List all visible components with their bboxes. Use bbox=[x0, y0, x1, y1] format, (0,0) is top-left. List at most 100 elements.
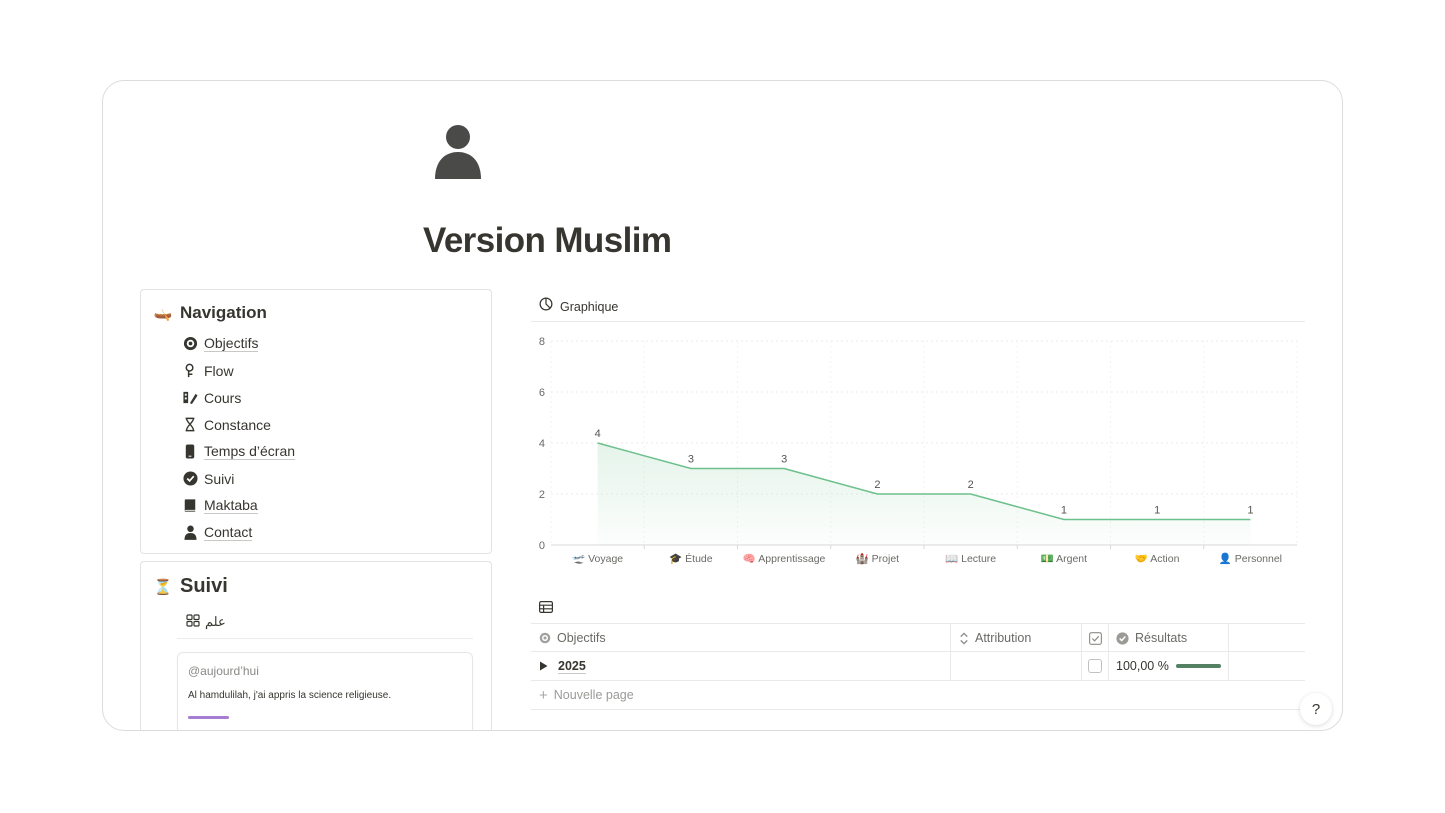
row-title-cell[interactable]: 2025 bbox=[539, 652, 586, 680]
divider bbox=[177, 638, 473, 639]
x-tick-label: 💵 Argent bbox=[1041, 553, 1087, 565]
column-divider bbox=[1228, 624, 1229, 652]
column-divider bbox=[950, 624, 951, 652]
check-circle-icon bbox=[182, 471, 198, 487]
column-header-resultats[interactable]: Résultats bbox=[1116, 624, 1187, 652]
gallery-view-tab[interactable]: علم bbox=[186, 614, 226, 630]
chart-header[interactable]: Graphique bbox=[539, 297, 618, 316]
column-header-attribution[interactable]: Attribution bbox=[959, 624, 1031, 652]
nav-item-temps-ecran[interactable]: Temps d’écran bbox=[182, 438, 296, 465]
navigation-header: 🛶 Navigation bbox=[153, 303, 267, 323]
data-label: 1 bbox=[1154, 505, 1160, 517]
help-button[interactable]: ? bbox=[1300, 693, 1332, 725]
data-label: 3 bbox=[688, 454, 694, 466]
column-header-objectifs[interactable]: Objectifs bbox=[539, 624, 606, 652]
y-tick-label: 2 bbox=[539, 489, 545, 501]
hourglass-emoji-icon: ⏳ bbox=[153, 578, 173, 596]
nav-item-flow[interactable]: Flow bbox=[182, 357, 295, 384]
phone-icon bbox=[182, 444, 198, 460]
target-icon bbox=[539, 632, 551, 644]
page-frame: Version Muslim 🛶 Navigation Objectifs Fl… bbox=[102, 80, 1343, 731]
navigation-list: Objectifs Flow Cours Constance Temps d’é… bbox=[182, 330, 296, 546]
nav-item-label: Temps d’écran bbox=[204, 443, 296, 460]
y-tick-label: 4 bbox=[539, 438, 545, 450]
column-divider bbox=[1081, 624, 1082, 652]
chart-title: Graphique bbox=[560, 299, 619, 314]
x-tick-label: 🧠 Apprentissage bbox=[743, 553, 826, 565]
data-label: 2 bbox=[968, 479, 974, 491]
result-cell: 100,00 % bbox=[1116, 652, 1221, 680]
y-tick-label: 8 bbox=[539, 336, 545, 348]
navigation-heading: Navigation bbox=[180, 303, 267, 322]
nav-item-constance[interactable]: Constance bbox=[182, 411, 295, 438]
nav-item-maktaba[interactable]: Maktaba bbox=[182, 492, 295, 519]
sort-icon bbox=[959, 631, 969, 645]
gallery-card[interactable]: @aujourd’hui Al hamdulilah, j'ai appris … bbox=[177, 652, 473, 730]
result-value: 100,00 % bbox=[1116, 659, 1169, 673]
table-header-row: Objectifs Attribution Résultats bbox=[531, 623, 1305, 652]
nav-item-suivi[interactable]: Suivi bbox=[182, 465, 295, 492]
column-divider bbox=[1108, 624, 1109, 652]
nav-item-contact[interactable]: Contact bbox=[182, 519, 295, 546]
nav-item-label: Contact bbox=[204, 524, 253, 541]
column-header-checkbox[interactable] bbox=[1089, 624, 1108, 652]
nav-item-label: Cours bbox=[204, 389, 242, 406]
nav-item-label: Objectifs bbox=[204, 335, 259, 352]
table-view-icon[interactable] bbox=[539, 600, 554, 618]
chart-icon bbox=[539, 297, 553, 316]
x-tick-label: 📖 Lecture bbox=[945, 553, 996, 565]
data-label: 1 bbox=[1247, 505, 1253, 517]
suivi-heading: Suivi bbox=[180, 575, 228, 597]
entry-text: Al hamdulilah, j'ai appris la science re… bbox=[188, 690, 392, 701]
checkbox-cell[interactable] bbox=[1088, 652, 1102, 680]
hourglass-icon bbox=[182, 417, 198, 433]
checkbox-icon bbox=[1089, 631, 1102, 645]
row-title[interactable]: 2025 bbox=[558, 659, 586, 674]
suivi-header: ⏳ Suivi bbox=[153, 575, 228, 598]
column-divider bbox=[1081, 652, 1082, 680]
column-divider bbox=[1108, 652, 1109, 680]
help-icon: ? bbox=[1311, 700, 1321, 718]
column-divider bbox=[950, 652, 951, 680]
target-icon bbox=[182, 336, 198, 352]
new-page-button[interactable]: + Nouvelle page bbox=[531, 681, 1305, 710]
x-tick-label: 🎓 Étude bbox=[669, 552, 713, 565]
book-icon bbox=[182, 498, 198, 514]
nav-item-label: Constance bbox=[204, 416, 271, 433]
data-label: 2 bbox=[874, 479, 880, 491]
x-tick-label: 👤 Personnel bbox=[1219, 552, 1282, 565]
page-title: Version Muslim bbox=[423, 221, 672, 260]
table-row[interactable]: 2025 100,00 % bbox=[531, 652, 1305, 681]
verified-icon bbox=[1116, 631, 1129, 645]
flow-icon bbox=[182, 363, 198, 379]
data-label: 4 bbox=[595, 428, 601, 440]
view-tab-label: علم bbox=[205, 614, 226, 629]
data-label: 3 bbox=[781, 454, 787, 466]
nav-item-cours[interactable]: Cours bbox=[182, 384, 295, 411]
toggle-triangle-icon[interactable] bbox=[539, 661, 548, 671]
column-label: Objectifs bbox=[557, 631, 606, 645]
result-progress-bar bbox=[1175, 664, 1221, 668]
x-tick-label: 🏰 Projet bbox=[856, 552, 900, 565]
gallery-icon bbox=[186, 614, 200, 630]
objectives-table: Objectifs Attribution Résultats 2025 100… bbox=[531, 623, 1305, 710]
column-label: Attribution bbox=[975, 631, 1032, 645]
entry-progress-bar bbox=[188, 716, 229, 719]
suivi-card: ⏳ Suivi علم @aujourd’hui Al hamdulilah, … bbox=[140, 561, 492, 730]
column-label: Résultats bbox=[1135, 631, 1188, 645]
nav-item-label: Suivi bbox=[204, 470, 235, 487]
person-icon[interactable] bbox=[431, 123, 485, 179]
nav-item-label: Flow bbox=[204, 362, 234, 379]
navigation-card: 🛶 Navigation Objectifs Flow Cours Consta… bbox=[140, 289, 492, 554]
column-divider bbox=[1228, 652, 1229, 680]
new-page-label: Nouvelle page bbox=[553, 688, 634, 702]
entry-date: @aujourd’hui bbox=[188, 664, 259, 678]
data-label: 1 bbox=[1061, 505, 1067, 517]
y-tick-label: 0 bbox=[539, 540, 545, 552]
row-checkbox[interactable] bbox=[1088, 659, 1102, 673]
x-tick-label: 🤝 Action bbox=[1135, 553, 1180, 565]
nav-item-objectifs[interactable]: Objectifs bbox=[182, 330, 295, 357]
nav-item-label: Maktaba bbox=[204, 497, 258, 514]
chart-divider bbox=[531, 321, 1305, 322]
course-icon bbox=[182, 390, 198, 406]
